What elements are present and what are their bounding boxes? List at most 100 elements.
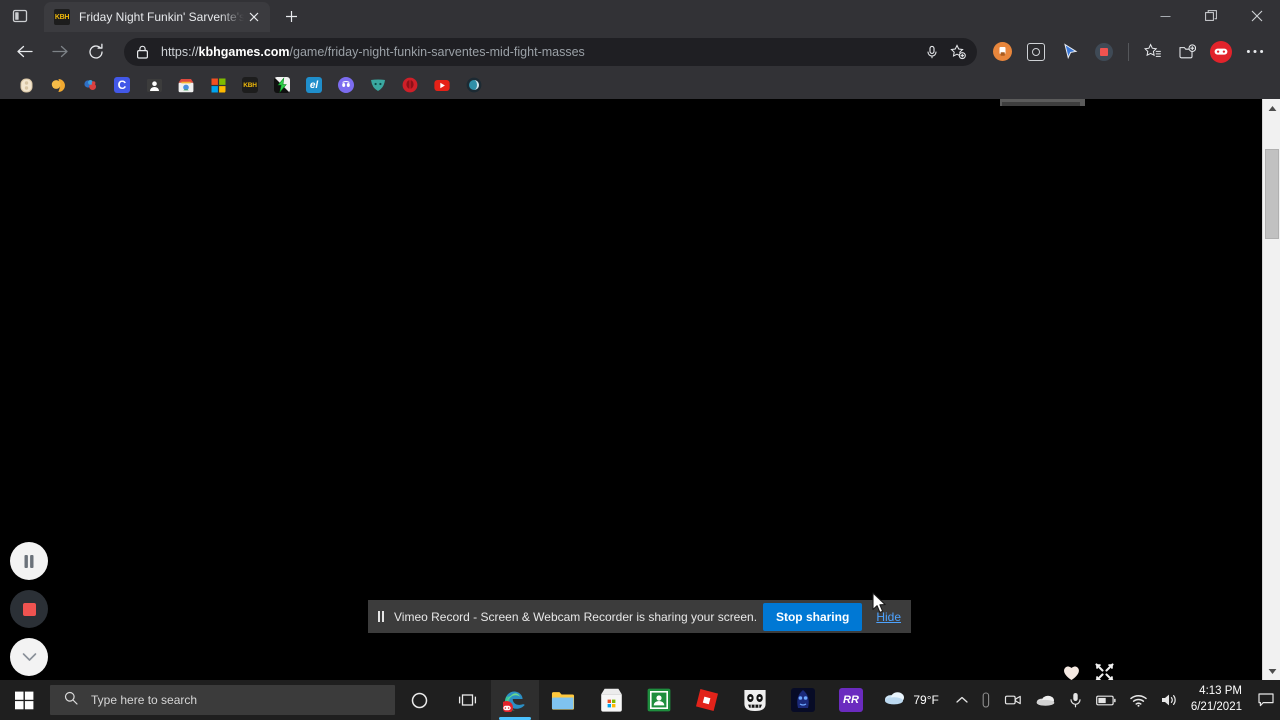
- bookmark-globe[interactable]: [458, 73, 490, 97]
- taskbar-app-classroom[interactable]: [635, 680, 683, 720]
- extension-orange-icon[interactable]: [987, 37, 1017, 67]
- taskbar-app-rr[interactable]: RR: [827, 680, 875, 720]
- navigation-toolbar: https://kbhgames.com/game/friday-night-f…: [0, 32, 1280, 71]
- taskbar-app-explorer[interactable]: [539, 680, 587, 720]
- scroll-down-arrow-icon[interactable]: [1263, 662, 1280, 680]
- search-icon: [64, 691, 78, 710]
- minimize-window-button[interactable]: [1142, 0, 1188, 32]
- bookmark-splash-icon: [82, 77, 98, 93]
- tab-bar: KBH Friday Night Funkin' Sarvente's M: [0, 0, 1280, 32]
- start-button[interactable]: [0, 680, 48, 720]
- edge-recording-badge-icon: [503, 701, 513, 712]
- stop-square-icon: [22, 602, 36, 616]
- stop-sharing-button[interactable]: Stop sharing: [762, 602, 863, 631]
- bookmark-teal-icon: [370, 77, 386, 93]
- scrollbar-thumb[interactable]: [1265, 149, 1279, 239]
- taskbar-app-mask-icon: [743, 688, 767, 712]
- pause-recording-button[interactable]: [10, 542, 48, 580]
- restore-window-button[interactable]: [1188, 0, 1234, 32]
- cortana-button[interactable]: [395, 680, 443, 720]
- taskbar-app-mask[interactable]: [731, 680, 779, 720]
- recording-indicator-icon[interactable]: [1089, 37, 1119, 67]
- toolbar-icons: [985, 37, 1272, 67]
- bookmark-orange[interactable]: [42, 73, 74, 97]
- fullscreen-icon[interactable]: [1095, 663, 1114, 680]
- window-controls: [1142, 0, 1280, 32]
- taskbar-clock[interactable]: 4:13 PM 6/21/2021: [1185, 680, 1252, 720]
- taskbar-app-explorer-icon: [551, 688, 575, 712]
- refresh-button-icon[interactable]: [80, 36, 112, 68]
- add-favorite-star-icon[interactable]: [947, 41, 969, 63]
- taskbar-app-dark[interactable]: [779, 680, 827, 720]
- bookmark-contact[interactable]: [138, 73, 170, 97]
- favorites-bar: C KBH el: [0, 71, 1280, 99]
- gamepad-extension-icon[interactable]: [1206, 37, 1236, 67]
- bookmark-el[interactable]: el: [298, 73, 330, 97]
- stop-recording-button[interactable]: [10, 590, 48, 628]
- taskbar-app-classroom-icon: [647, 688, 671, 712]
- bookmark-store-icon: [178, 77, 194, 93]
- cloud-icon: [884, 690, 906, 710]
- tray-volume-icon[interactable]: [1154, 680, 1185, 720]
- bookmark-teal[interactable]: [362, 73, 394, 97]
- lock-icon: [136, 45, 149, 59]
- collapse-controls-button[interactable]: [10, 638, 48, 676]
- tab-actions-icon[interactable]: [0, 0, 40, 32]
- settings-and-more-icon[interactable]: [1240, 37, 1270, 67]
- weather-temperature: 79°F: [913, 693, 939, 707]
- show-hidden-icons-chevron[interactable]: [949, 680, 975, 720]
- system-tray: 79°F 4:13 PM 6/21/2021: [880, 680, 1280, 720]
- favorites-icon[interactable]: [1138, 37, 1168, 67]
- forward-button-icon[interactable]: [44, 36, 76, 68]
- tray-wifi-icon[interactable]: [1123, 680, 1154, 720]
- bookmark-store[interactable]: [170, 73, 202, 97]
- taskbar-app-roblox[interactable]: [683, 680, 731, 720]
- collections-icon[interactable]: [1172, 37, 1202, 67]
- toolbar-separator: [1128, 42, 1129, 61]
- taskbar-app-edge-icon: [503, 688, 527, 712]
- sharing-message: Vimeo Record - Screen & Webcam Recorder …: [394, 609, 758, 624]
- bookmark-discord[interactable]: [330, 73, 362, 97]
- address-bar[interactable]: https://kbhgames.com/game/friday-night-f…: [124, 37, 977, 66]
- page-scrollbar[interactable]: [1262, 99, 1280, 680]
- taskbar-app-edge[interactable]: [491, 680, 539, 720]
- bookmark-splash[interactable]: [74, 73, 106, 97]
- new-tab-icon[interactable]: [276, 1, 306, 31]
- url-host: kbhgames.com: [198, 44, 290, 59]
- task-view-button[interactable]: [443, 680, 491, 720]
- clock-date: 6/21/2021: [1190, 701, 1242, 713]
- search-box[interactable]: Type here to search: [50, 685, 395, 715]
- back-button-icon[interactable]: [8, 36, 40, 68]
- bookmark-clever[interactable]: C: [106, 73, 138, 97]
- microphone-icon[interactable]: [921, 41, 943, 63]
- notification-center-icon[interactable]: [1252, 680, 1280, 720]
- heart-icon[interactable]: [1062, 664, 1081, 680]
- extension-square-icon[interactable]: [1021, 37, 1051, 67]
- bookmark-microsoft[interactable]: [202, 73, 234, 97]
- screen-sharing-bar: Vimeo Record - Screen & Webcam Recorder …: [368, 600, 911, 633]
- bookmark-red[interactable]: [394, 73, 426, 97]
- mouse-cursor: [872, 592, 888, 620]
- bookmark-discord-icon: [338, 77, 354, 93]
- bookmark-youtube[interactable]: [426, 73, 458, 97]
- bookmark-cream[interactable]: [10, 73, 42, 97]
- page-top-element-inner: [1002, 102, 1080, 106]
- close-tab-icon[interactable]: [244, 7, 264, 27]
- tray-onedrive-icon[interactable]: [1029, 680, 1062, 720]
- tray-pen-icon[interactable]: [975, 680, 997, 720]
- browser-tab[interactable]: KBH Friday Night Funkin' Sarvente's M: [44, 2, 270, 32]
- windows-taskbar: Type here to search RR 79°F 4:13 PM 6/21…: [0, 680, 1280, 720]
- close-window-button[interactable]: [1234, 0, 1280, 32]
- bookmark-el-icon: el: [306, 77, 322, 93]
- tray-battery-icon[interactable]: [1089, 680, 1123, 720]
- taskbar-app-store[interactable]: [587, 680, 635, 720]
- bookmark-clever-icon: C: [114, 77, 130, 93]
- tray-screen-recorder-icon[interactable]: [997, 680, 1029, 720]
- bookmark-kbh[interactable]: KBH: [234, 73, 266, 97]
- tray-microphone-icon[interactable]: [1062, 680, 1089, 720]
- scroll-up-arrow-icon[interactable]: [1263, 99, 1280, 117]
- extension-cursor-icon[interactable]: [1055, 37, 1085, 67]
- taskbar-weather[interactable]: 79°F: [880, 690, 948, 710]
- clock-time: 4:13 PM: [1199, 685, 1242, 698]
- bookmark-bolt[interactable]: [266, 73, 298, 97]
